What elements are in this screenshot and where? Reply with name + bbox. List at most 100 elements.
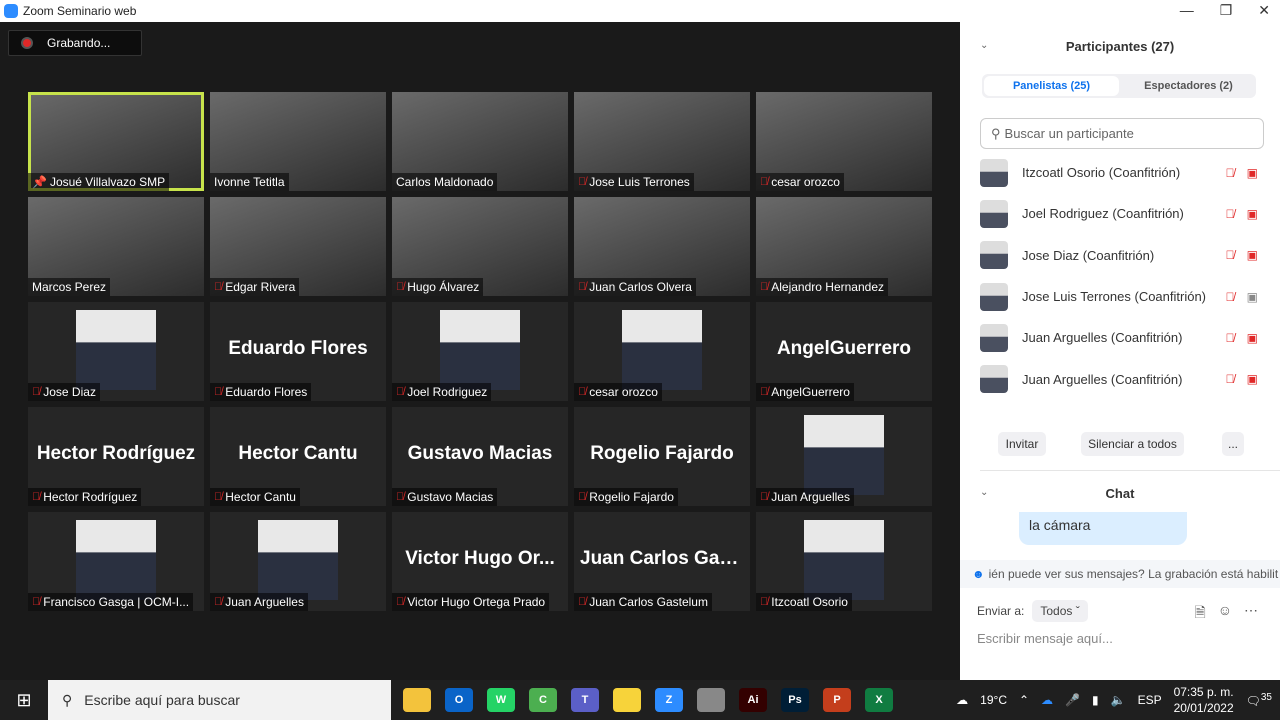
more-button[interactable]: ... (1222, 432, 1244, 456)
video-tile[interactable]: Carlos Maldonado (392, 92, 568, 191)
video-off-icon[interactable]: ▣ (1247, 372, 1258, 386)
windows-taskbar: ⊞ ⚲ Escribe aquí para buscar O W C T Z Ai Ps P X… (0, 680, 1280, 720)
recording-indicator[interactable]: Grabando... (8, 30, 142, 56)
onedrive-icon[interactable]: ☁ (1041, 693, 1053, 707)
taskbar-app-icon[interactable]: C (529, 688, 557, 712)
video-tile[interactable]: 🎙̸ Juan Arguelles (756, 407, 932, 506)
video-tile[interactable]: 🎙̸ Edgar Rivera (210, 197, 386, 296)
tab-panelists[interactable]: Panelistas (25) (984, 76, 1119, 96)
video-tile[interactable]: 🎙̸ Juan Arguelles (210, 512, 386, 611)
notifications-icon[interactable]: 🗨35 (1246, 692, 1272, 708)
muted-mic-icon[interactable]: 🎙̸ (1226, 331, 1235, 345)
taskbar-app-icon[interactable]: O (445, 688, 473, 712)
video-tile[interactable]: 🎙̸ Juan Carlos Olvera (574, 197, 750, 296)
taskbar-app-icon[interactable] (403, 688, 431, 712)
chat-visibility-notice[interactable]: ☻ ién puede ver sus mensajes? La grabaci… (960, 560, 1280, 588)
video-tile[interactable]: 🎙̸ Francisco Gasga | OCM-I... (28, 512, 204, 611)
video-off-icon[interactable]: ▣ (1247, 166, 1258, 180)
send-to-dropdown[interactable]: Todos ˇ (1032, 600, 1088, 622)
video-tile[interactable]: 🎙̸ Alejandro Hernandez (756, 197, 932, 296)
video-tile[interactable]: Hector Cantu 🎙̸ Hector Cantu (210, 407, 386, 506)
video-tile[interactable]: Juan Carlos Gas... 🎙̸ Juan Carlos Gastelum (574, 512, 750, 611)
temperature[interactable]: 19°C (980, 693, 1007, 707)
video-tile[interactable]: AngelGuerrero 🎙̸ AngelGuerrero (756, 302, 932, 401)
chat-title: Chat (1105, 486, 1135, 501)
volume-icon[interactable]: 🔈 (1111, 693, 1126, 707)
restore-icon[interactable]: ❐ (1220, 2, 1233, 19)
video-tile[interactable]: Rogelio Fajardo 🎙̸ Rogelio Fajardo (574, 407, 750, 506)
tile-display-name: AngelGuerrero (776, 338, 912, 359)
profile-photo (804, 520, 884, 600)
muted-mic-icon[interactable]: 🎙̸ (1226, 207, 1235, 221)
minimize-icon[interactable]: — (1180, 2, 1194, 19)
video-tile[interactable]: 🎙̸ Hugo Álvarez (392, 197, 568, 296)
muted-mic-icon[interactable]: 🎙̸ (1226, 166, 1235, 180)
taskbar-app-icon[interactable] (613, 688, 641, 712)
taskbar-app-icon[interactable]: Ai (739, 688, 767, 712)
video-off-icon[interactable]: ▣ (1247, 248, 1258, 262)
taskbar-app-icon[interactable]: P (823, 688, 851, 712)
muted-mic-icon[interactable]: 🎙̸ (1226, 290, 1235, 304)
video-tile[interactable]: Ivonne Tetitla (210, 92, 386, 191)
participant-item[interactable]: Joel Rodriguez (Coanfitrión) 🎙̸ ▣ (980, 193, 1270, 234)
emoji-icon[interactable]: ☺ (1218, 602, 1232, 626)
clock[interactable]: 07:35 p. m. 20/01/2022 (1174, 684, 1234, 716)
taskbar-search-input[interactable]: ⚲ Escribe aquí para buscar (48, 680, 391, 720)
file-icon[interactable]: 🗎 (1194, 602, 1205, 626)
chat-message-input[interactable]: Escribir mensaje aquí... (977, 631, 1113, 646)
taskbar-app-icon[interactable] (697, 688, 725, 712)
video-tile[interactable]: 🎙̸ cesar orozco (756, 92, 932, 191)
video-tile[interactable]: 📌 Josué Villalvazo SMP (28, 92, 204, 191)
profile-photo (258, 520, 338, 600)
muted-mic-icon: 🎙̸ (32, 386, 41, 398)
video-tile[interactable]: 🎙̸ Itzcoatl Osorio (756, 512, 932, 611)
participant-item[interactable]: Itzcoatl Osorio (Coanfitrión) 🎙̸ ▣ (980, 152, 1270, 193)
participant-list[interactable]: Itzcoatl Osorio (Coanfitrión) 🎙̸ ▣ Joel Rod… (980, 152, 1270, 414)
taskbar-app-icon[interactable]: X (865, 688, 893, 712)
video-tile[interactable]: 🎙̸ Jose Luis Terrones (574, 92, 750, 191)
video-tile[interactable]: 🎙̸ cesar orozco (574, 302, 750, 401)
tile-display-name: Hector Rodríguez (36, 443, 196, 464)
video-tile[interactable]: 🎙̸ Jose Diaz (28, 302, 204, 401)
language-indicator[interactable]: ESP (1138, 693, 1162, 707)
tile-name-label: 🎙̸ Hugo Álvarez (392, 278, 484, 296)
more-options-icon[interactable]: ⋯ (1244, 602, 1258, 626)
video-tile[interactable]: 🎙̸ Joel Rodriguez (392, 302, 568, 401)
participant-search-input[interactable]: ⚲ Buscar un participante (980, 118, 1264, 149)
video-camera-icon[interactable]: ▣ (1247, 290, 1258, 304)
taskbar-app-icon[interactable]: Ps (781, 688, 809, 712)
muted-mic-icon[interactable]: 🎙̸ (1226, 372, 1235, 386)
tab-attendees[interactable]: Espectadores (2) (1121, 74, 1256, 98)
close-icon[interactable]: ✕ (1258, 2, 1270, 19)
participant-item[interactable]: Jose Luis Terrones (Coanfitrión) 🎙̸ ▣ (980, 276, 1270, 317)
send-to-label: Enviar a: (977, 604, 1025, 618)
avatar (980, 199, 1008, 228)
participant-item[interactable]: Jose Diaz (Coanfitrión) 🎙̸ ▣ (980, 235, 1270, 276)
taskbar-app-icon[interactable]: W (487, 688, 515, 712)
chat-message: la cámara (1019, 512, 1187, 545)
mute-all-button[interactable]: Silenciar a todos (1081, 432, 1184, 456)
participant-tabs: Panelistas (25) Espectadores (2) (982, 74, 1256, 98)
tile-name-label: Carlos Maldonado (392, 173, 498, 191)
invite-button[interactable]: Invitar (998, 432, 1046, 456)
show-hidden-icons[interactable]: ⌃ (1019, 693, 1029, 707)
weather-icon[interactable]: ☁ (956, 693, 968, 707)
video-tile[interactable]: Eduardo Flores 🎙̸ Eduardo Flores (210, 302, 386, 401)
video-tile[interactable]: Marcos Perez (28, 197, 204, 296)
muted-mic-icon: 🎙̸ (396, 491, 405, 503)
muted-mic-icon[interactable]: 🎙̸ (1226, 248, 1235, 262)
pin-icon: 📌 (32, 175, 47, 189)
microphone-icon[interactable]: 🎤 (1065, 693, 1080, 707)
windows-start-icon[interactable]: ⊞ (0, 690, 48, 711)
video-tile[interactable]: Hector Rodríguez 🎙̸ Hector Rodríguez (28, 407, 204, 506)
participant-item[interactable]: Juan Arguelles (Coanfitrión) 🎙̸ ▣ (980, 358, 1270, 399)
taskbar-app-icon[interactable]: T (571, 688, 599, 712)
taskbar-app-icon[interactable]: Z (655, 688, 683, 712)
video-off-icon[interactable]: ▣ (1247, 207, 1258, 221)
participant-item[interactable]: Juan Arguelles (Coanfitrión) 🎙̸ ▣ (980, 317, 1270, 358)
video-off-icon[interactable]: ▣ (1247, 331, 1258, 345)
muted-mic-icon: 🎙̸ (214, 386, 223, 398)
video-tile[interactable]: Gustavo Macias 🎙̸ Gustavo Macias (392, 407, 568, 506)
video-tile[interactable]: Victor Hugo Or... 🎙̸ Victor Hugo Ortega Pr… (392, 512, 568, 611)
battery-icon[interactable]: ▮ (1092, 693, 1099, 707)
